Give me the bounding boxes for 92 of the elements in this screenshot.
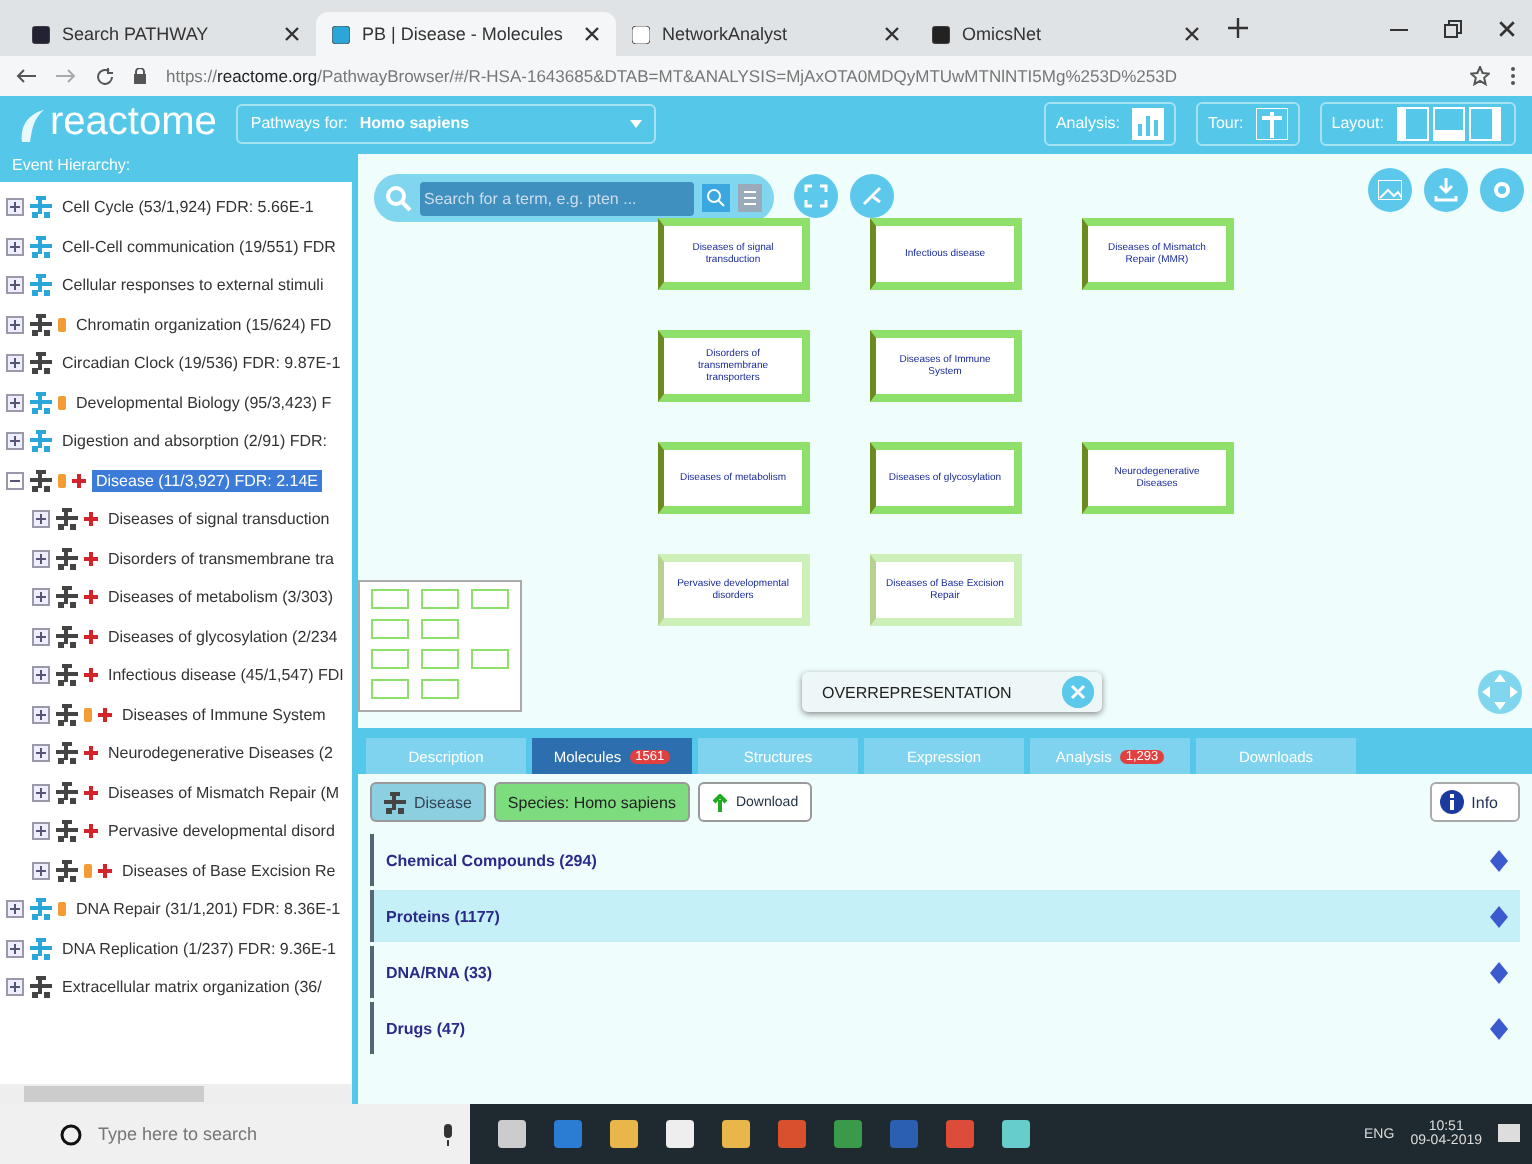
tree-item[interactable]: Cellular responses to external stimuli bbox=[58, 274, 328, 297]
tree-item[interactable]: Diseases of Mismatch Repair (M bbox=[104, 781, 344, 804]
species-button[interactable]: Species: Homo sapiens bbox=[493, 782, 690, 822]
search-field[interactable]: Search for a term, e.g. pten ... bbox=[420, 181, 694, 215]
tree-item[interactable]: Disorders of transmembrane tra bbox=[104, 547, 338, 570]
tree-item[interactable]: Pervasive developmental disord bbox=[104, 820, 339, 843]
molecule-category-row[interactable]: DNA/RNA (33) bbox=[370, 946, 1520, 998]
expand-icon[interactable] bbox=[1490, 849, 1508, 871]
tree-item[interactable]: Neurodegenerative Diseases (2 bbox=[104, 742, 338, 765]
expand-icon[interactable] bbox=[32, 861, 50, 880]
tab-favicon-icon bbox=[332, 25, 350, 43]
tab-favicon-icon bbox=[932, 25, 950, 43]
expand-icon[interactable] bbox=[32, 627, 50, 646]
tree-item[interactable]: Cell-Cell communication (19/551) FDR bbox=[58, 235, 340, 258]
expand-icon[interactable] bbox=[6, 393, 24, 412]
logo-text: reactome bbox=[50, 100, 217, 146]
close-tab-icon[interactable] bbox=[284, 26, 300, 42]
expand-icon[interactable] bbox=[32, 549, 50, 568]
expand-icon[interactable] bbox=[32, 510, 50, 529]
download-icon bbox=[711, 793, 728, 811]
tree-item[interactable]: Diseases of metabolism (3/303) bbox=[104, 586, 337, 609]
pathway-icon bbox=[384, 791, 406, 813]
layout-panels-icon bbox=[1396, 105, 1504, 141]
info-icon bbox=[1439, 790, 1464, 814]
expand-icon[interactable] bbox=[6, 276, 24, 295]
expand-icon[interactable] bbox=[32, 588, 50, 607]
expand-icon[interactable] bbox=[6, 939, 24, 958]
expand-icon[interactable] bbox=[1490, 961, 1508, 983]
panel-title: Event Hierarchy: bbox=[0, 150, 352, 182]
back-icon[interactable] bbox=[16, 68, 36, 84]
search-input[interactable]: Type here to search bbox=[94, 1122, 430, 1146]
expand-icon[interactable] bbox=[32, 822, 50, 841]
tree-item[interactable]: Disease (11/3,927) FDR: 2.14E bbox=[92, 469, 323, 492]
expand-icon[interactable] bbox=[32, 666, 50, 685]
tree-item[interactable]: Digestion and absorption (2/91) FDR: bbox=[58, 430, 332, 453]
collapse-icon[interactable] bbox=[6, 471, 24, 490]
expand-icon[interactable] bbox=[6, 900, 24, 919]
molecule-category-row[interactable]: Proteins (1177) bbox=[370, 890, 1520, 942]
microphone-icon[interactable] bbox=[442, 1123, 454, 1145]
search-icon bbox=[386, 185, 412, 211]
bar-chart-icon bbox=[1131, 107, 1164, 139]
tree-item[interactable]: Circadian Clock (19/536) FDR: 9.87E-1 bbox=[58, 352, 345, 375]
expand-icon[interactable] bbox=[32, 705, 50, 724]
tree-item[interactable]: Developmental Biology (95/3,423) F bbox=[72, 391, 336, 414]
tree-item[interactable]: Cell Cycle (53/1,924) FDR: 5.66E-1 bbox=[58, 196, 318, 219]
scrollbar-thumb[interactable] bbox=[24, 1086, 204, 1102]
tree-item[interactable]: Chromatin organization (15/624) FD bbox=[72, 313, 336, 336]
expand-icon[interactable] bbox=[32, 783, 50, 802]
new-tab-icon[interactable] bbox=[1228, 18, 1248, 38]
tree-item[interactable]: DNA Repair (31/1,201) FDR: 8.36E-1 bbox=[72, 898, 345, 921]
tree-item[interactable]: Diseases of Base Excision Re bbox=[118, 859, 340, 882]
dropdown-caret-icon bbox=[630, 119, 643, 127]
tree-item[interactable]: Diseases of Immune System bbox=[118, 703, 330, 726]
pathway-button[interactable]: Disease bbox=[370, 782, 486, 822]
close-tab-icon[interactable] bbox=[884, 26, 900, 42]
browser-tab[interactable]: OmicsNet bbox=[916, 12, 1216, 56]
expand-icon[interactable] bbox=[6, 198, 24, 217]
expand-icon[interactable] bbox=[1490, 905, 1508, 927]
popup-title: OVERREPRESENTATION bbox=[822, 683, 1014, 701]
info-button[interactable]: Info bbox=[1429, 782, 1520, 822]
close-icon[interactable] bbox=[1498, 19, 1516, 37]
tree-item[interactable]: Diseases of glycosylation (2/234 bbox=[104, 625, 342, 648]
expand-icon[interactable] bbox=[6, 978, 24, 997]
expand-icon[interactable] bbox=[1490, 1017, 1508, 1039]
molecule-category-row[interactable]: Drugs (47) bbox=[370, 1002, 1520, 1054]
expand-icon[interactable] bbox=[32, 744, 50, 763]
tab-favicon-icon bbox=[32, 25, 50, 43]
browser-tab[interactable]: Search PATHWAY bbox=[16, 12, 316, 56]
signpost-icon bbox=[1255, 107, 1288, 139]
logo-icon bbox=[16, 105, 44, 141]
close-tab-icon[interactable] bbox=[1184, 26, 1200, 42]
tree-item[interactable]: Infectious disease (45/1,547) FDI bbox=[104, 664, 348, 687]
tree-item[interactable]: Diseases of signal transduction bbox=[104, 508, 334, 531]
browser-tab[interactable]: PB | Disease - Molecules bbox=[316, 12, 616, 56]
browser-tab[interactable]: NetworkAnalyst bbox=[616, 12, 916, 56]
expand-icon[interactable] bbox=[6, 315, 24, 334]
reload-icon[interactable] bbox=[96, 67, 114, 85]
taskbar-search-field[interactable]: Type here to search bbox=[0, 1104, 470, 1164]
lock-icon bbox=[134, 68, 146, 84]
tree-item[interactable]: DNA Replication (1/237) FDR: 9.36E-1 bbox=[58, 937, 340, 960]
search-icon[interactable] bbox=[702, 184, 730, 212]
expand-icon[interactable] bbox=[6, 354, 24, 373]
molecule-category-row[interactable]: Chemical Compounds (294) bbox=[370, 834, 1520, 886]
tab-favicon-icon bbox=[632, 25, 650, 43]
menu-icon[interactable] bbox=[1510, 66, 1516, 86]
star-icon[interactable] bbox=[1470, 66, 1490, 86]
search-icon bbox=[60, 1123, 82, 1145]
expand-icon[interactable] bbox=[6, 432, 24, 451]
restore-icon[interactable] bbox=[1444, 19, 1462, 37]
expand-icon[interactable] bbox=[6, 237, 24, 256]
close-tab-icon[interactable] bbox=[584, 26, 600, 42]
tree-item[interactable]: Extracellular matrix organization (36/ bbox=[58, 976, 326, 999]
